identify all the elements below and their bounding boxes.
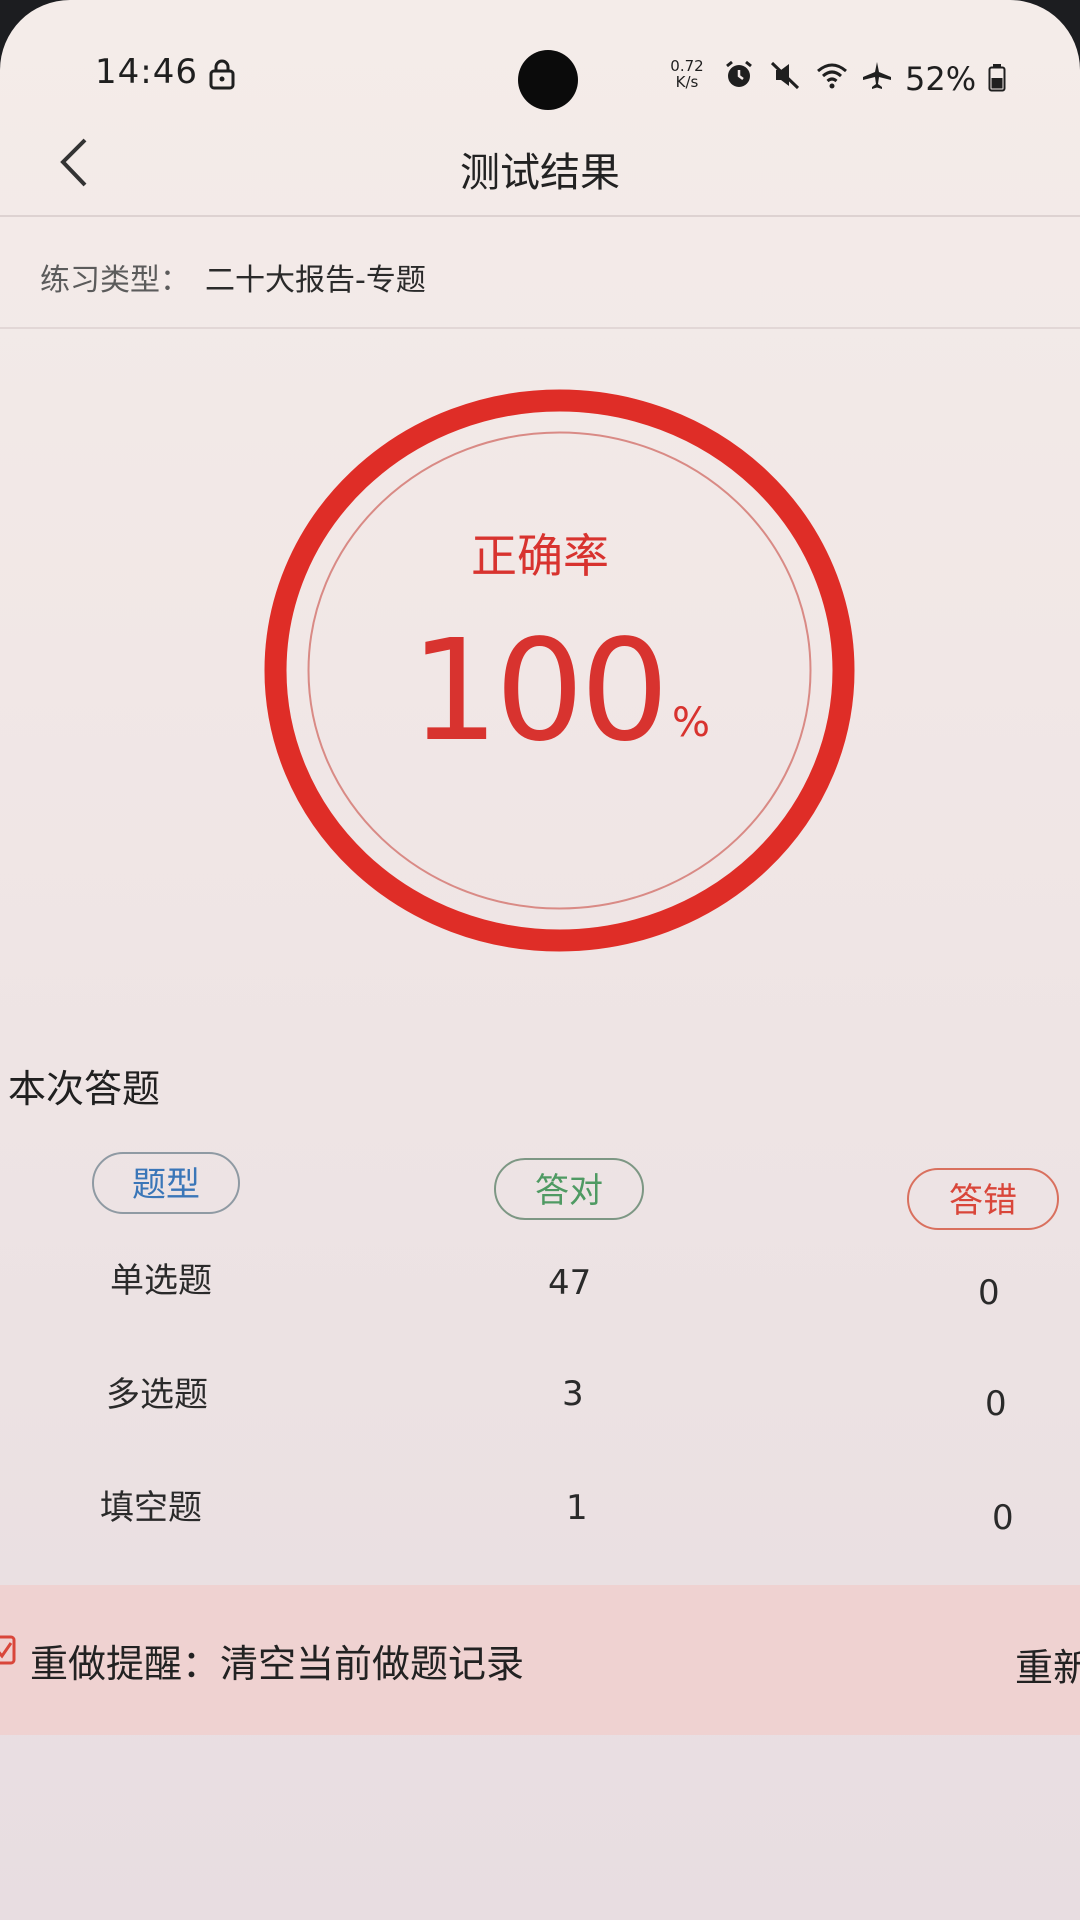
row-wrong: 0 — [992, 1498, 1014, 1538]
header-wrong-pill: 答错 — [907, 1168, 1059, 1230]
row-correct: 1 — [566, 1488, 588, 1528]
front-camera — [518, 50, 578, 110]
alarm-icon — [726, 60, 752, 87]
row-correct: 3 — [562, 1374, 584, 1414]
accuracy-value: 100 — [410, 610, 669, 773]
redo-reminder-text: 重做提醒：清空当前做题记录 — [30, 1642, 525, 1686]
title-bar: 测试结果 — [0, 110, 1080, 217]
status-time: 14:46 — [95, 52, 198, 92]
mute-icon — [770, 61, 800, 90]
header-type-pill: 题型 — [92, 1152, 240, 1214]
row-type: 多选题 — [106, 1375, 208, 1415]
wifi-icon — [817, 63, 847, 89]
redo-reminder-bar: 重做提醒：清空当前做题记录 重新 — [0, 1585, 1080, 1735]
header-correct-pill: 答对 — [494, 1158, 644, 1220]
net-speed-value: 0.72 — [670, 57, 704, 75]
section-title: 本次答题 — [8, 1067, 161, 1111]
accuracy-unit: % — [672, 700, 711, 746]
row-type: 填空题 — [100, 1488, 202, 1528]
net-speed: 0.72 K/s — [665, 58, 709, 90]
practice-type-label: 练习类型： — [40, 263, 190, 298]
accuracy-label: 正确率 — [471, 529, 609, 583]
row-type: 单选题 — [110, 1261, 212, 1301]
lock-icon — [209, 59, 235, 90]
row-wrong: 0 — [985, 1384, 1007, 1424]
row-wrong: 0 — [978, 1273, 1000, 1313]
battery-icon — [988, 64, 1006, 92]
page-title: 测试结果 — [460, 150, 620, 196]
status-bar: 14:46 0.72 K/s 52% — [0, 0, 1080, 110]
practice-type-row: 练习类型： 二十大报告-专题 — [0, 217, 1080, 329]
checkbox-icon[interactable] — [0, 1633, 18, 1667]
airplane-icon — [863, 62, 891, 89]
row-correct: 47 — [548, 1263, 592, 1303]
app-screen: 14:46 0.72 K/s 52% 测试结果 练习类型： 二十大报告-专题 正… — [0, 0, 1080, 1920]
redo-button[interactable]: 重新 — [1015, 1637, 1080, 1692]
practice-type-value: 二十大报告-专题 — [205, 263, 426, 298]
battery-level: 52% — [905, 60, 977, 98]
net-speed-unit: K/s — [675, 73, 699, 91]
